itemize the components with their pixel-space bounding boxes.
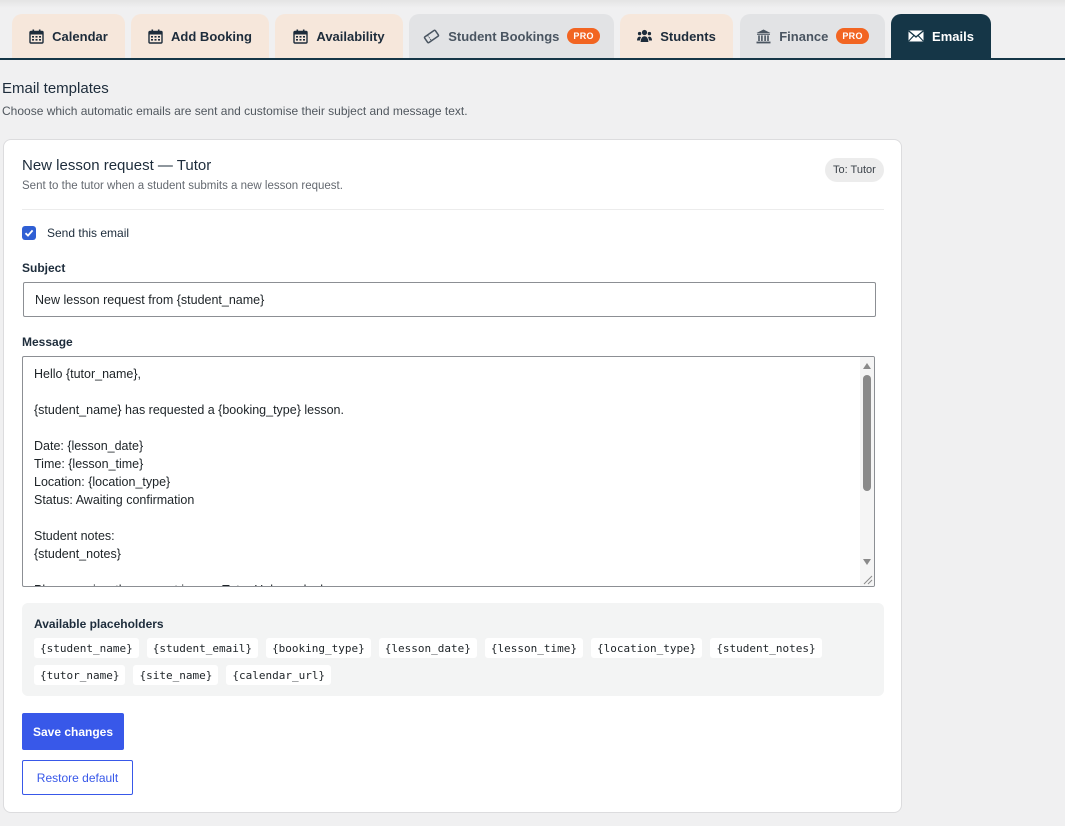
placeholders-panel: Available placeholders {student_name} {s… [22,603,884,696]
pro-badge: PRO [836,28,869,44]
email-template-card: New lesson request — Tutor Sent to the t… [3,139,902,813]
template-description: Sent to the tutor when a student submits… [22,180,343,192]
tab-calendar-label: Calendar [52,28,108,44]
tab-student-bookings[interactable]: Student Bookings PRO [409,14,614,58]
placeholder-chip: {tutor_name} [34,665,126,685]
envelope-icon [908,30,924,42]
pro-badge: PRO [567,28,600,44]
users-icon [637,29,653,43]
calendar-icon [148,29,163,44]
tab-add-booking[interactable]: Add Booking [131,14,269,58]
message-text: Hello {tutor_name}, {student_name} has r… [34,367,344,586]
bank-icon [756,29,771,44]
page-title: Email templates [2,80,109,97]
placeholder-list: {student_name} {student_email} {booking_… [34,638,874,685]
tab-bar: Calendar Add Booking Availability Studen… [0,14,1065,60]
subject-input[interactable]: New lesson request from {student_name} [23,282,876,317]
placeholder-chip: {student_email} [146,638,259,658]
placeholder-chip: {booking_type} [266,638,371,658]
tab-add-booking-label: Add Booking [171,28,252,44]
tab-finance-label: Finance [779,28,829,44]
tab-emails-label: Emails [932,28,974,44]
top-shadow [0,0,1065,8]
tab-availability-label: Availability [316,28,385,44]
card-divider [22,209,884,210]
scroll-down-arrow-icon[interactable] [863,559,871,565]
recipient-badge: To: Tutor [825,158,884,182]
placeholder-chip: {lesson_time} [484,638,583,658]
placeholder-chip: {calendar_url} [226,665,332,685]
send-email-checkbox[interactable] [22,226,36,240]
placeholder-chip: {lesson_date} [378,638,477,658]
resize-grip-icon[interactable] [861,573,873,585]
message-scrollbar[interactable] [860,357,874,586]
send-email-toggle[interactable]: Send this email [22,226,129,240]
tab-students[interactable]: Students [620,14,733,58]
message-label: Message [22,335,73,349]
send-email-label: Send this email [47,226,130,240]
tab-student-bookings-label: Student Bookings [448,28,560,44]
check-icon [24,229,34,237]
scroll-up-arrow-icon[interactable] [863,363,871,369]
tab-students-label: Students [660,28,716,44]
message-textarea[interactable]: Hello {tutor_name}, {student_name} has r… [22,356,875,587]
scrollbar-thumb[interactable] [863,375,871,491]
save-changes-button[interactable]: Save changes [22,713,124,750]
tab-calendar[interactable]: Calendar [12,14,125,58]
placeholder-chip: {site_name} [133,665,219,685]
placeholder-chip: {student_notes} [710,638,822,658]
placeholder-chip: {student_name} [34,638,139,658]
subject-label: Subject [22,261,66,275]
placeholders-title: Available placeholders [34,617,164,631]
tab-finance[interactable]: Finance PRO [740,14,885,58]
calendar-icon [293,29,309,44]
calendar-icon [29,29,44,44]
restore-default-button[interactable]: Restore default [22,760,133,795]
ticket-icon [423,29,440,44]
placeholder-chip: {location_type} [590,638,703,658]
template-title: New lesson request — Tutor [22,157,212,174]
tab-availability[interactable]: Availability [275,14,403,58]
tab-emails[interactable]: Emails [891,14,991,58]
page-description: Choose which automatic emails are sent a… [2,104,468,118]
